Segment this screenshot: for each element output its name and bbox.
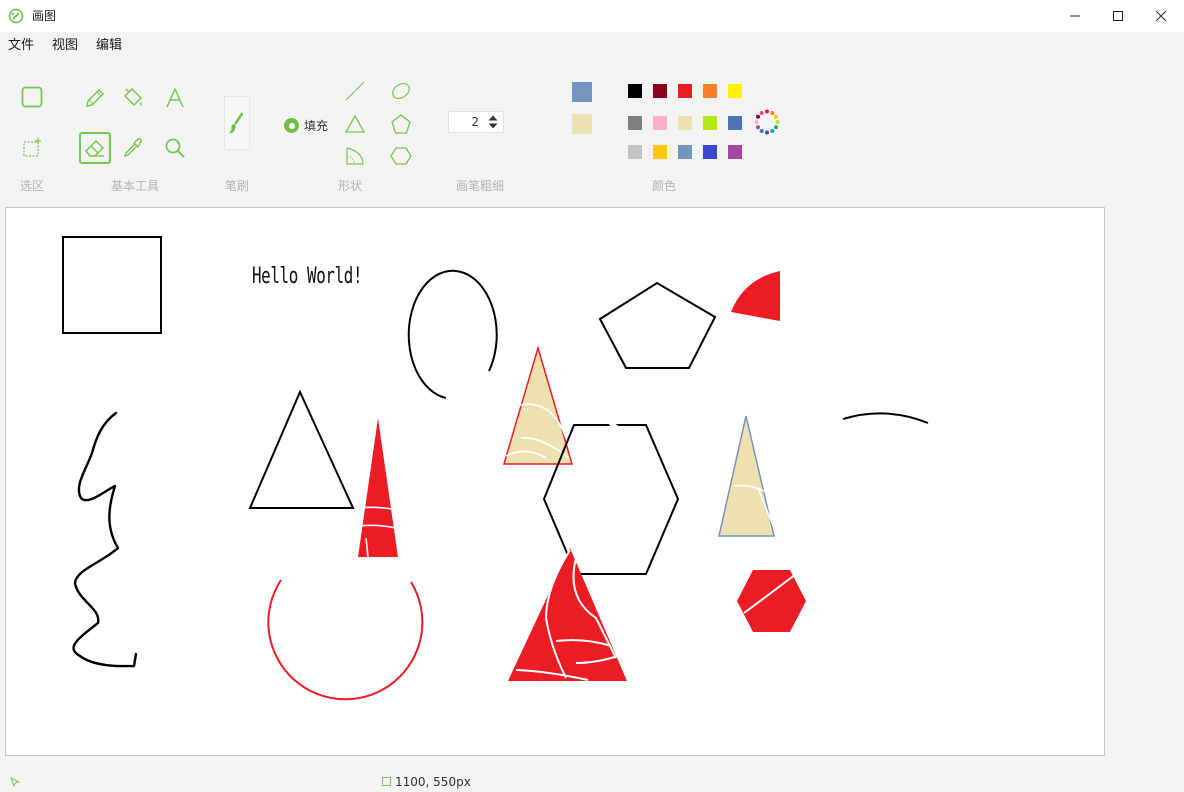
canvas-text: Hello World! — [252, 264, 363, 289]
close-button[interactable] — [1138, 0, 1184, 32]
brush-tool[interactable] — [224, 96, 250, 150]
group-label-colors: 颜色 — [652, 179, 677, 193]
fill-bucket-icon — [123, 87, 143, 107]
pencil-icon — [86, 88, 105, 107]
free-select-icon — [23, 138, 41, 157]
palette-swatch[interactable] — [678, 116, 692, 130]
status-bar: 1100, 550px — [0, 772, 1184, 792]
palette-swatch[interactable] — [728, 84, 742, 98]
canvas-size-text: 1100, 550px — [395, 775, 471, 789]
palette-swatch[interactable] — [703, 145, 717, 159]
eraser-tool[interactable] — [79, 132, 111, 164]
text-icon — [166, 87, 184, 108]
red-triangle-shape — [358, 418, 398, 557]
rect-select-tool[interactable] — [17, 82, 47, 112]
palette-swatch[interactable] — [678, 84, 692, 98]
magnifier-tool[interactable] — [160, 133, 190, 163]
palette-swatch[interactable] — [703, 84, 717, 98]
brush-icon — [228, 112, 244, 134]
palette-swatch[interactable] — [628, 145, 642, 159]
window-title: 画图 — [32, 9, 57, 23]
palette-swatch[interactable] — [653, 145, 667, 159]
group-label-shapes: 形状 — [338, 179, 363, 193]
palette-swatch[interactable] — [628, 116, 642, 130]
menu-file[interactable]: 文件 — [8, 38, 34, 54]
close-icon — [1155, 10, 1167, 22]
palette-swatch[interactable] — [728, 145, 742, 159]
pen-width-stepper[interactable]: 2 — [448, 111, 504, 133]
sector-tool[interactable] — [341, 142, 369, 170]
sector-icon — [346, 147, 364, 165]
fill-radio[interactable] — [284, 118, 299, 133]
minimize-icon — [1070, 15, 1080, 17]
drawing-canvas[interactable]: Hello World! — [5, 207, 1105, 756]
pen-width-value: 2 — [471, 115, 479, 129]
palette-swatch[interactable] — [728, 116, 742, 130]
triangle-icon — [344, 114, 366, 133]
pentagon-tool[interactable] — [387, 110, 415, 138]
group-label-basic-tools: 基本工具 — [111, 179, 160, 193]
red-big-triangle-shape — [508, 548, 627, 681]
hexagon-icon — [390, 147, 412, 165]
triangle-shape — [248, 389, 355, 509]
eraser-stroke — [608, 421, 620, 430]
color-wheel-icon[interactable] — [754, 109, 780, 135]
maximize-button[interactable] — [1095, 0, 1141, 32]
hexagon-shape — [542, 424, 680, 575]
palette-swatch[interactable] — [678, 145, 692, 159]
free-select-tool[interactable] — [17, 133, 47, 163]
palette-swatch[interactable] — [628, 84, 642, 98]
minimize-button[interactable] — [1052, 0, 1098, 32]
palette-swatch[interactable] — [653, 84, 667, 98]
app-icon — [8, 8, 24, 24]
group-label-brush: 笔刷 — [225, 179, 250, 193]
secondary-color[interactable] — [572, 114, 592, 134]
red-sector-shape — [731, 271, 780, 321]
freehand-squiggle — [72, 411, 138, 668]
title-bar: 画图 — [0, 0, 1184, 32]
pencil-tool[interactable] — [80, 83, 110, 113]
red-circle-shape — [267, 579, 424, 701]
group-label-selection: 选区 — [20, 179, 45, 193]
stepper-arrows-icon[interactable] — [485, 113, 501, 131]
ellipse-shape — [407, 269, 498, 399]
ribbon: 选区 基本工具 笔刷 填充 形状 2 画笔粗细 颜色 — [0, 60, 1184, 200]
canvas-size-icon — [382, 777, 391, 786]
ellipse-tool[interactable] — [387, 77, 415, 105]
palette-swatch[interactable] — [703, 116, 717, 130]
color-picker-tool[interactable] — [118, 133, 148, 163]
fill-label: 填充 — [304, 119, 329, 133]
primary-color[interactable] — [572, 82, 592, 102]
menu-edit[interactable]: 编辑 — [96, 38, 122, 54]
menu-view[interactable]: 视图 — [52, 38, 78, 54]
line-icon — [345, 81, 365, 101]
palette-swatch[interactable] — [653, 116, 667, 130]
pentagon-icon — [391, 114, 411, 134]
pentagon-shape — [598, 281, 717, 369]
fill-tool[interactable] — [118, 83, 148, 113]
eraser-icon — [84, 139, 105, 157]
red-hexagon-shape — [737, 570, 806, 632]
rect-select-icon — [21, 86, 43, 108]
hexagon-tool[interactable] — [387, 142, 415, 170]
color-picker-icon — [123, 137, 143, 158]
triangle-tool[interactable] — [341, 110, 369, 138]
text-tool[interactable] — [160, 83, 190, 113]
ellipse-icon — [392, 82, 410, 100]
group-label-pen-width: 画笔粗细 — [456, 179, 505, 193]
canvas-drawing — [62, 236, 929, 701]
beige-triangle-shape — [718, 415, 775, 537]
menu-bar: 文件 视图 编辑 — [0, 32, 1184, 60]
magnifier-icon — [165, 138, 185, 158]
fill-toggle[interactable]: 填充 — [284, 117, 328, 134]
square-shape — [62, 236, 162, 334]
line-tool[interactable] — [341, 77, 369, 105]
arc-shape — [842, 412, 929, 424]
cursor-position-icon — [10, 777, 20, 787]
maximize-icon — [1113, 11, 1123, 21]
